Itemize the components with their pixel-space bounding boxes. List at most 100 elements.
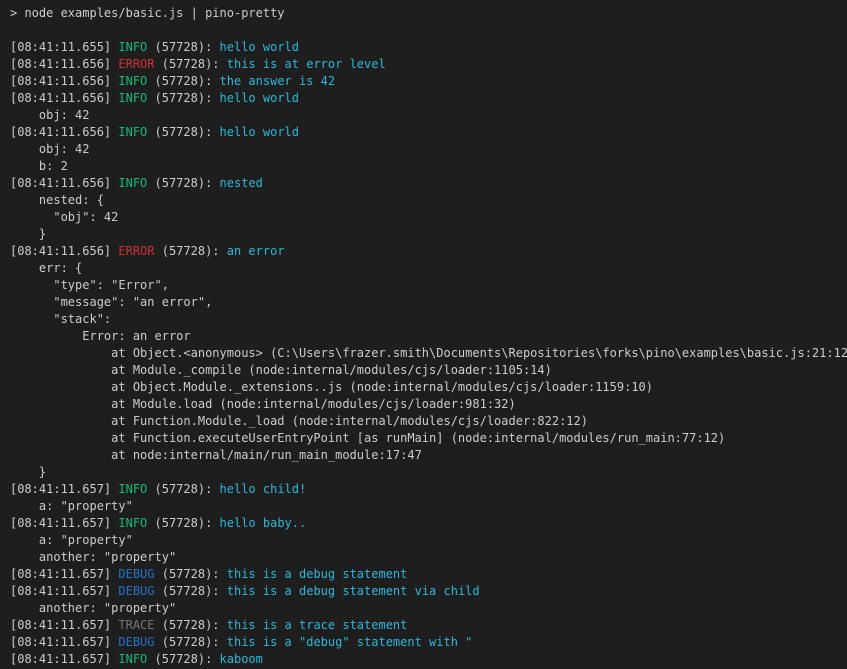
terminal-line: obj: 42 <box>10 141 847 158</box>
log-text: "stack": <box>10 312 111 326</box>
log-text: (57728): <box>147 176 219 190</box>
terminal-line: another: "property" <box>10 549 847 566</box>
log-message: an error <box>227 244 285 258</box>
log-message: nested <box>220 176 263 190</box>
log-level-badge: INFO <box>118 125 147 139</box>
log-text: [08:41:11.657] <box>10 618 118 632</box>
log-text: at Function.Module._load (node:internal/… <box>10 414 588 428</box>
log-text: [08:41:11.657] <box>10 584 118 598</box>
log-text: another: "property" <box>10 550 176 564</box>
log-text: [08:41:11.657] <box>10 516 118 530</box>
terminal-line: at Function.executeUserEntryPoint [as ru… <box>10 430 847 447</box>
log-text: (57728): <box>147 652 219 666</box>
log-text: obj: 42 <box>10 108 89 122</box>
log-level-badge: INFO <box>118 516 147 530</box>
terminal-line <box>10 22 847 39</box>
terminal-line: [08:41:11.656] ERROR (57728): an error <box>10 243 847 260</box>
terminal-line: [08:41:11.656] INFO (57728): hello world <box>10 124 847 141</box>
log-text: a: "property" <box>10 533 133 547</box>
terminal-line: at node:internal/main/run_main_module:17… <box>10 447 847 464</box>
log-text: (57728): <box>147 482 219 496</box>
log-text: at Function.executeUserEntryPoint [as ru… <box>10 431 725 445</box>
log-text: obj: 42 <box>10 142 89 156</box>
log-text: a: "property" <box>10 499 133 513</box>
terminal-line: "obj": 42 <box>10 209 847 226</box>
log-text: at node:internal/main/run_main_module:17… <box>10 448 422 462</box>
log-text: (57728): <box>155 244 227 258</box>
log-text: "type": "Error", <box>10 278 169 292</box>
log-level-badge: INFO <box>118 40 147 54</box>
log-text: (57728): <box>147 74 219 88</box>
log-text: [08:41:11.656] <box>10 91 118 105</box>
log-text: [08:41:11.656] <box>10 244 118 258</box>
terminal-line: Error: an error <box>10 328 847 345</box>
log-level-badge: INFO <box>118 652 147 666</box>
log-text: [08:41:11.656] <box>10 125 118 139</box>
log-text: [08:41:11.656] <box>10 57 118 71</box>
log-text: at Module.load (node:internal/modules/cj… <box>10 397 516 411</box>
log-level-badge: INFO <box>118 176 147 190</box>
terminal-line: [08:41:11.656] INFO (57728): hello world <box>10 90 847 107</box>
terminal-line: another: "property" <box>10 600 847 617</box>
log-message: this is at error level <box>227 57 386 71</box>
terminal-line: b: 2 <box>10 158 847 175</box>
terminal-line: [08:41:11.656] INFO (57728): the answer … <box>10 73 847 90</box>
terminal-line: [08:41:11.656] INFO (57728): nested <box>10 175 847 192</box>
log-text: [08:41:11.656] <box>10 74 118 88</box>
terminal-line: [08:41:11.657] INFO (57728): hello baby.… <box>10 515 847 532</box>
log-message: hello baby.. <box>220 516 307 530</box>
terminal-line: [08:41:11.657] DEBUG (57728): this is a … <box>10 583 847 600</box>
log-text: err: { <box>10 261 82 275</box>
log-level-badge: DEBUG <box>118 584 154 598</box>
log-level-badge: INFO <box>118 482 147 496</box>
log-text: [08:41:11.657] <box>10 567 118 581</box>
log-text: at Object.Module._extensions..js (node:i… <box>10 380 653 394</box>
log-text: [08:41:11.657] <box>10 635 118 649</box>
terminal[interactable]: > node examples/basic.js | pino-pretty [… <box>0 0 847 669</box>
log-message: the answer is 42 <box>220 74 336 88</box>
terminal-line: "stack": <box>10 311 847 328</box>
log-text: [08:41:11.657] <box>10 652 118 666</box>
log-text: (57728): <box>155 567 227 581</box>
terminal-line: [08:41:11.657] DEBUG (57728): this is a … <box>10 634 847 651</box>
log-level-badge: TRACE <box>118 618 154 632</box>
log-message: kaboom <box>220 652 263 666</box>
terminal-line: [08:41:11.657] DEBUG (57728): this is a … <box>10 566 847 583</box>
terminal-line: a: "property" <box>10 498 847 515</box>
log-text: [08:41:11.656] <box>10 176 118 190</box>
log-text: at Object.<anonymous> (C:\Users\frazer.s… <box>10 346 847 360</box>
log-message: hello world <box>220 40 299 54</box>
log-text: "obj": 42 <box>10 210 118 224</box>
log-text: [08:41:11.655] <box>10 40 118 54</box>
terminal-line: err: { <box>10 260 847 277</box>
log-text: [08:41:11.657] <box>10 482 118 496</box>
log-text: (57728): <box>155 635 227 649</box>
log-text: (57728): <box>147 125 219 139</box>
terminal-line: nested: { <box>10 192 847 209</box>
log-text: at Module._compile (node:internal/module… <box>10 363 552 377</box>
log-text: b: 2 <box>10 159 68 173</box>
terminal-line: obj: 42 <box>10 107 847 124</box>
terminal-line: [08:41:11.655] INFO (57728): hello world <box>10 39 847 56</box>
log-text: (57728): <box>147 516 219 530</box>
terminal-line: at Module.load (node:internal/modules/cj… <box>10 396 847 413</box>
log-text: nested: { <box>10 193 104 207</box>
log-message: this is a trace statement <box>227 618 408 632</box>
terminal-line: at Function.Module._load (node:internal/… <box>10 413 847 430</box>
log-message: hello world <box>220 91 299 105</box>
log-text: } <box>10 465 46 479</box>
log-text: "message": "an error", <box>10 295 212 309</box>
terminal-line: "message": "an error", <box>10 294 847 311</box>
log-text: another: "property" <box>10 601 176 615</box>
log-message: this is a debug statement <box>227 567 408 581</box>
log-level-badge: DEBUG <box>118 635 154 649</box>
terminal-line: } <box>10 464 847 481</box>
terminal-line: [08:41:11.657] TRACE (57728): this is a … <box>10 617 847 634</box>
log-level-badge: INFO <box>118 91 147 105</box>
log-text: (57728): <box>155 618 227 632</box>
log-message: hello child! <box>220 482 307 496</box>
log-text: (57728): <box>155 57 227 71</box>
terminal-line: [08:41:11.657] INFO (57728): kaboom <box>10 651 847 668</box>
log-text: Error: an error <box>10 329 191 343</box>
log-text: } <box>10 227 46 241</box>
